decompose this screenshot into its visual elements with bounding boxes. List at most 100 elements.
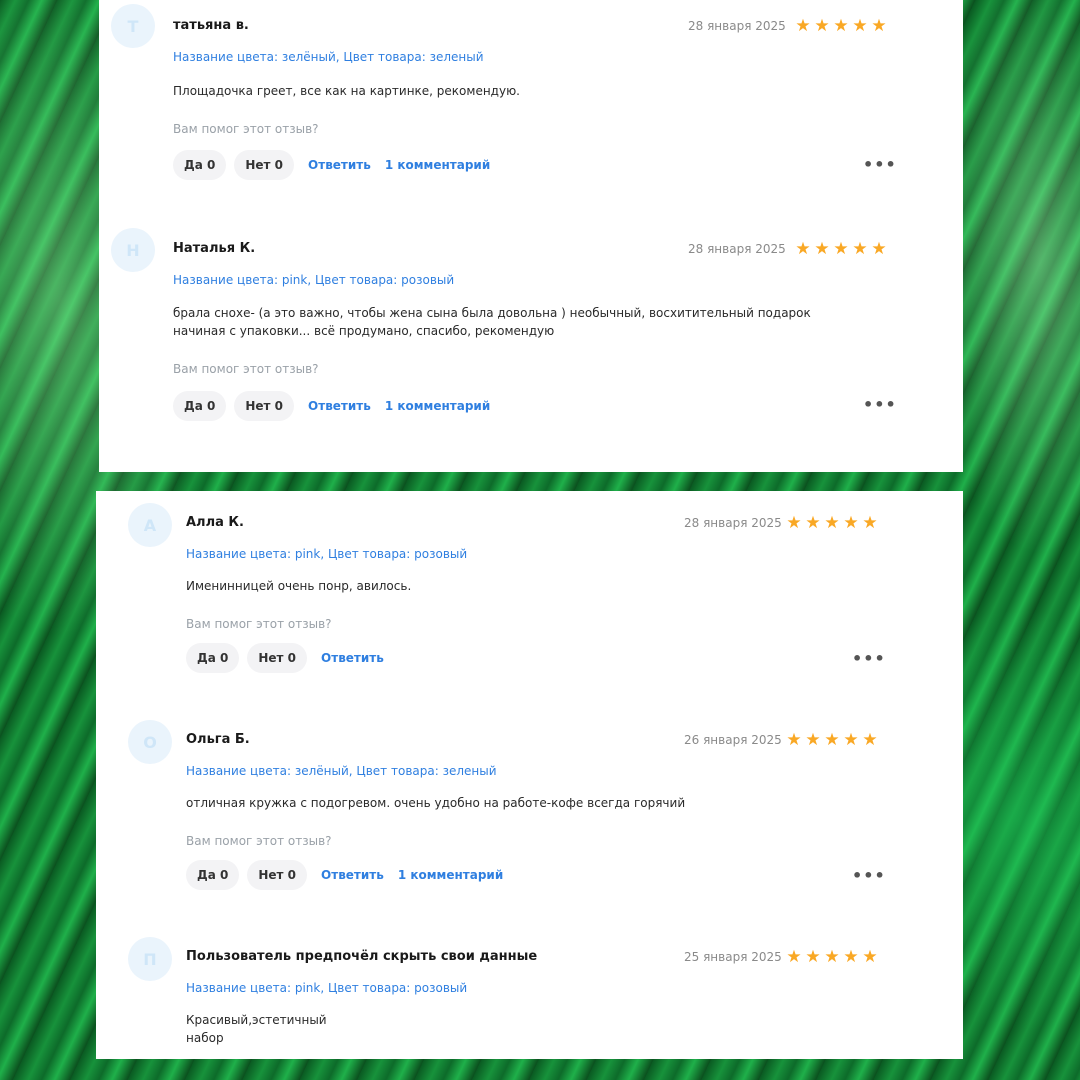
more-options-icon[interactable]: ••• — [863, 395, 897, 414]
review-actions: Да 0 Нет 0 Ответить 1 комментарий — [173, 391, 490, 421]
star-icon: ★ — [805, 730, 821, 750]
review-variant: Название цвета: pink, Цвет товара: розов… — [173, 273, 455, 287]
avatar: П — [128, 937, 172, 981]
review-date: 28 января 2025 — [688, 19, 786, 33]
helpful-no-button[interactable]: Нет 0 — [234, 150, 295, 180]
helpful-yes-button[interactable]: Да 0 — [173, 391, 227, 421]
star-icon: ★ — [833, 16, 849, 36]
star-icon: ★ — [833, 239, 849, 259]
star-icon: ★ — [795, 16, 811, 36]
helpful-prompt: Вам помог этот отзыв? — [173, 122, 319, 136]
review-author: Ольга Б. — [186, 732, 250, 747]
avatar: А — [128, 503, 172, 547]
star-icon: ★ — [786, 947, 802, 967]
helpful-yes-button[interactable]: Да 0 — [186, 860, 240, 890]
reviews-card-top: Т татьяна в. 28 января 2025 ★ ★ ★ ★ ★ На… — [99, 0, 963, 472]
star-icon: ★ — [814, 239, 830, 259]
review-author: татьяна в. — [173, 18, 249, 33]
rating-stars: ★ ★ ★ ★ ★ — [795, 16, 887, 36]
review-date: 26 января 2025 — [684, 733, 782, 747]
no-label: Нет — [245, 158, 271, 172]
review-text: Красивый,эстетичный набор — [186, 1011, 786, 1047]
review-text: брала снохе- (а это важно, чтобы жена сы… — [173, 306, 811, 338]
review-author: Алла К. — [186, 515, 244, 530]
rating-stars: ★ ★ ★ ★ ★ — [786, 513, 878, 533]
reply-link[interactable]: Ответить — [321, 651, 384, 665]
more-options-icon[interactable]: ••• — [852, 649, 886, 668]
review-text: отличная кружка с подогревом. очень удоб… — [186, 796, 686, 810]
helpful-no-button[interactable]: Нет 0 — [234, 391, 295, 421]
yes-count: 0 — [206, 158, 216, 172]
star-icon: ★ — [824, 947, 840, 967]
star-icon: ★ — [843, 947, 859, 967]
no-count: 0 — [274, 158, 284, 172]
yes-label: Да — [184, 399, 203, 413]
no-count: 0 — [274, 399, 284, 413]
yes-label: Да — [197, 868, 216, 882]
helpful-no-button[interactable]: Нет 0 — [247, 643, 308, 673]
reply-link[interactable]: Ответить — [308, 399, 371, 413]
yes-count: 0 — [219, 651, 229, 665]
comments-link[interactable]: 1 комментарий — [398, 868, 503, 882]
avatar: Н — [111, 228, 155, 272]
review-actions: Да 0 Нет 0 Ответить — [186, 643, 384, 673]
helpful-yes-button[interactable]: Да 0 — [186, 643, 240, 673]
yes-count: 0 — [206, 399, 216, 413]
reviews-card-bottom: А Алла К. 28 января 2025 ★ ★ ★ ★ ★ Назва… — [96, 491, 963, 1059]
helpful-prompt: Вам помог этот отзыв? — [186, 834, 332, 848]
helpful-yes-button[interactable]: Да 0 — [173, 150, 227, 180]
review-text-line: Красивый,эстетичный — [186, 1013, 327, 1027]
star-icon: ★ — [862, 947, 878, 967]
review-text: Площадочка греет, все как на картинке, р… — [173, 84, 520, 98]
reply-link[interactable]: Ответить — [321, 868, 384, 882]
review-text: Именинницей очень понр, авилось. — [186, 579, 412, 593]
rating-stars: ★ ★ ★ ★ ★ — [795, 239, 887, 259]
star-icon: ★ — [843, 513, 859, 533]
review-text-line: набор — [186, 1031, 224, 1045]
star-icon: ★ — [805, 513, 821, 533]
review-date: 28 января 2025 — [684, 516, 782, 530]
star-icon: ★ — [786, 730, 802, 750]
star-icon: ★ — [852, 16, 868, 36]
star-icon: ★ — [843, 730, 859, 750]
review-variant: Название цвета: зелёный, Цвет товара: зе… — [186, 764, 497, 778]
review-date: 28 января 2025 — [688, 242, 786, 256]
star-icon: ★ — [871, 16, 887, 36]
yes-label: Да — [184, 158, 203, 172]
star-icon: ★ — [786, 513, 802, 533]
comments-link[interactable]: 1 комментарий — [385, 158, 490, 172]
review-actions: Да 0 Нет 0 Ответить 1 комментарий — [173, 150, 490, 180]
no-label: Нет — [245, 399, 271, 413]
star-icon: ★ — [805, 947, 821, 967]
review-actions: Да 0 Нет 0 Ответить 1 комментарий — [186, 860, 503, 890]
helpful-prompt: Вам помог этот отзыв? — [186, 617, 332, 631]
review-variant: Название цвета: pink, Цвет товара: розов… — [186, 547, 468, 561]
star-icon: ★ — [824, 730, 840, 750]
star-icon: ★ — [862, 730, 878, 750]
star-icon: ★ — [795, 239, 811, 259]
star-icon: ★ — [852, 239, 868, 259]
review-variant: Название цвета: pink, Цвет товара: розов… — [186, 981, 468, 995]
review-variant: Название цвета: зелёный, Цвет товара: зе… — [173, 50, 484, 64]
no-count: 0 — [287, 868, 297, 882]
helpful-prompt: Вам помог этот отзыв? — [173, 362, 319, 376]
rating-stars: ★ ★ ★ ★ ★ — [786, 947, 878, 967]
more-options-icon[interactable]: ••• — [863, 155, 897, 174]
helpful-no-button[interactable]: Нет 0 — [247, 860, 308, 890]
yes-label: Да — [197, 651, 216, 665]
no-count: 0 — [287, 651, 297, 665]
star-icon: ★ — [862, 513, 878, 533]
review-date: 25 января 2025 — [684, 950, 782, 964]
avatar: Т — [111, 4, 155, 48]
yes-count: 0 — [219, 868, 229, 882]
review-author: Наталья К. — [173, 241, 256, 256]
avatar: О — [128, 720, 172, 764]
rating-stars: ★ ★ ★ ★ ★ — [786, 730, 878, 750]
more-options-icon[interactable]: ••• — [852, 866, 886, 885]
reply-link[interactable]: Ответить — [308, 158, 371, 172]
star-icon: ★ — [824, 513, 840, 533]
review-author: Пользователь предпочёл скрыть свои данны… — [186, 949, 538, 964]
no-label: Нет — [258, 651, 284, 665]
star-icon: ★ — [871, 239, 887, 259]
comments-link[interactable]: 1 комментарий — [385, 399, 490, 413]
